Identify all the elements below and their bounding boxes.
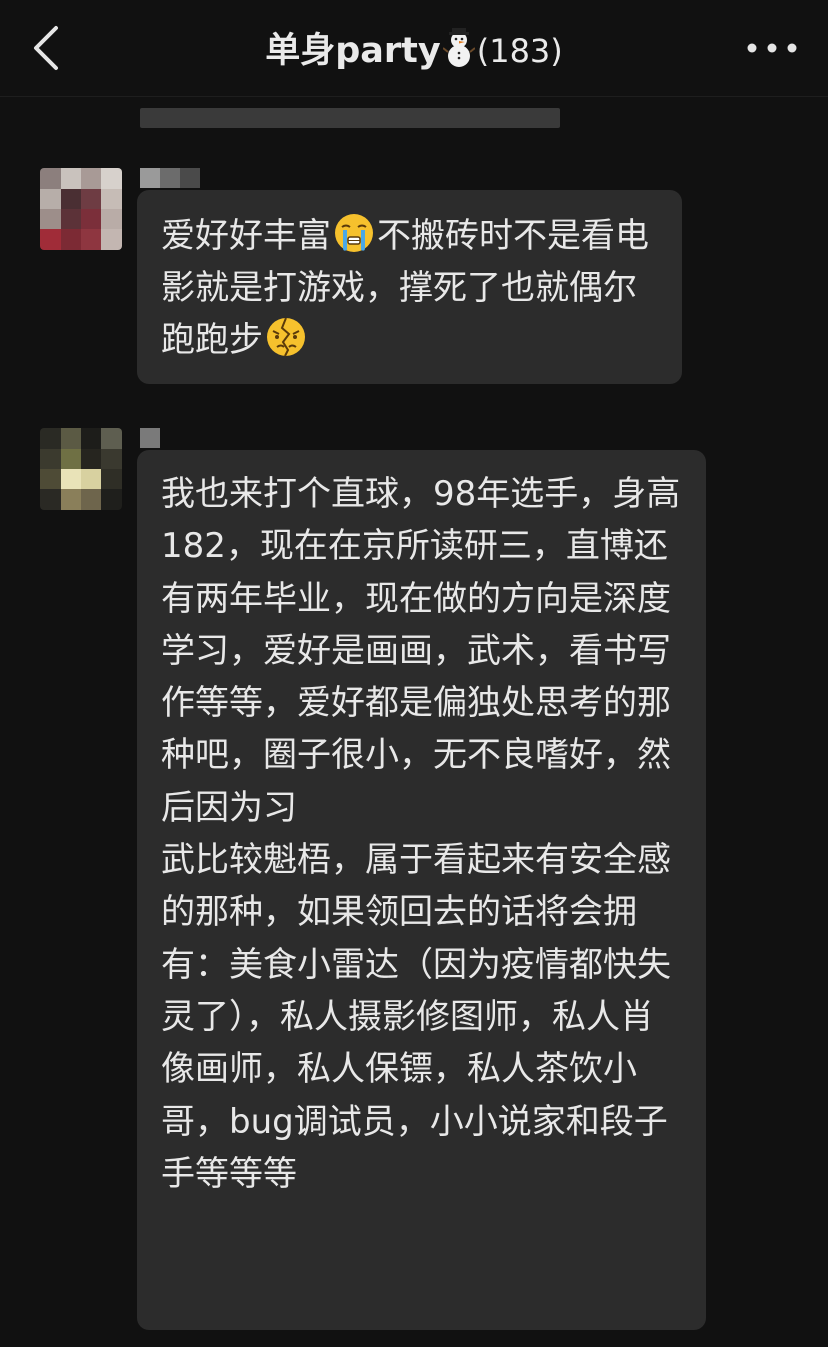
member-count: (183) — [476, 32, 563, 70]
chat-header: 单身party (183) — [0, 0, 828, 97]
avatar[interactable] — [40, 428, 122, 510]
snowman-emoji — [442, 28, 476, 78]
message-bubble[interactable]: 我也来打个直球，98年选手，身高182，现在在京所读研三，直博还有两年毕业，现在… — [137, 450, 706, 1330]
chat-title: 单身party (183) — [0, 28, 828, 78]
message-text: 爱好好丰富 不搬砖时不是看电影就是打游戏，撑死了也就偶尔跑跑步 — [161, 210, 658, 366]
avatar[interactable] — [40, 168, 122, 250]
message-text: 我也来打个直球，98年选手，身高182，现在在京所读研三，直博还有两年毕业，现在… — [161, 474, 681, 1194]
message-bubble[interactable]: 爱好好丰富 不搬砖时不是看电影就是打游戏，撑死了也就偶尔跑跑步 — [137, 190, 682, 384]
more-dots-icon — [747, 43, 797, 53]
more-options-button[interactable] — [744, 30, 800, 66]
sender-name-redacted — [140, 428, 160, 448]
crying-face-emoji — [333, 212, 375, 254]
sender-name-redacted — [140, 168, 200, 188]
group-name: 单身party — [265, 31, 441, 71]
redacted-message-bar — [140, 108, 560, 128]
broken-face-emoji — [265, 316, 307, 358]
